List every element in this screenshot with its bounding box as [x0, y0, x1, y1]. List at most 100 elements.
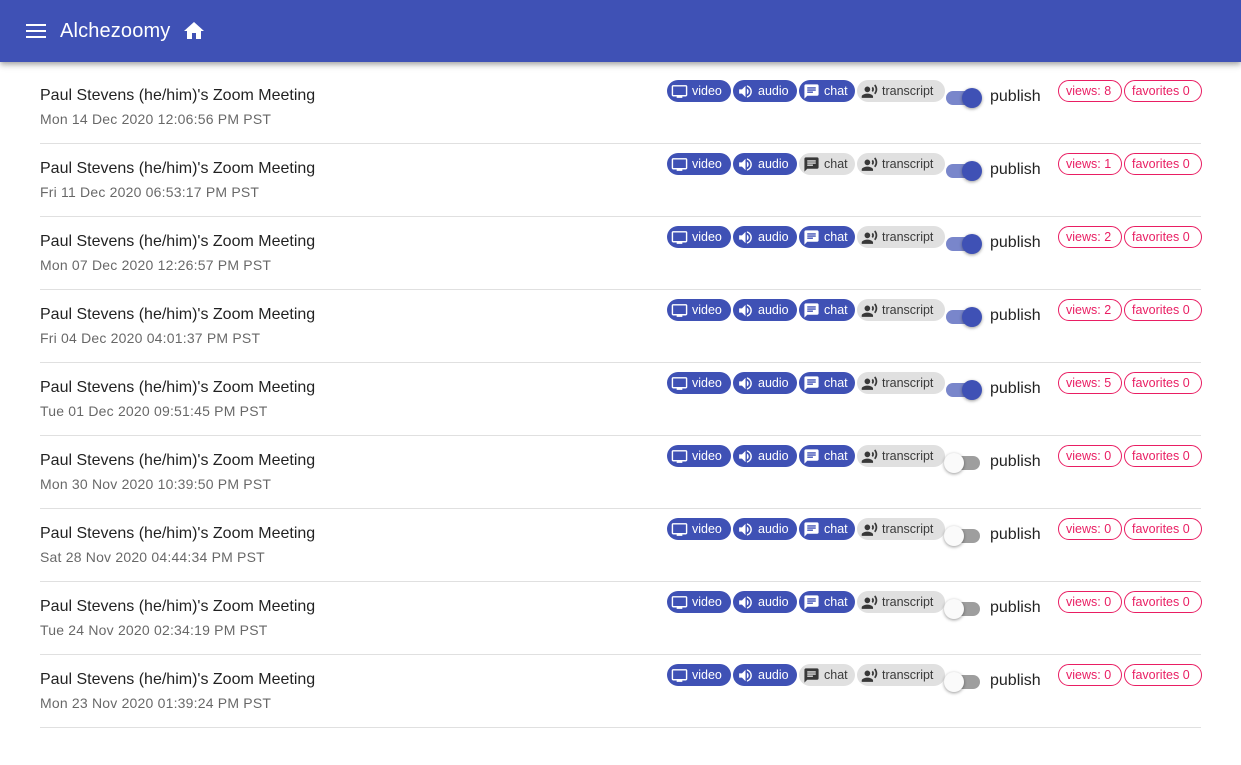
publish-toggle-thumb[interactable]	[962, 380, 982, 400]
meeting-row: Paul Stevens (he/him)'s Zoom Meeting Fri…	[40, 290, 1202, 363]
publish-toggle[interactable]	[944, 598, 980, 620]
chat-chip[interactable]: chat	[799, 591, 855, 613]
publish-label: publish	[990, 599, 1041, 616]
audio-chip[interactable]: audio	[733, 372, 797, 394]
video-chip[interactable]: video	[667, 664, 731, 686]
transcript-chip[interactable]: transcript	[857, 80, 945, 102]
meeting-row: Paul Stevens (he/him)'s Zoom Meeting Tue…	[40, 582, 1202, 655]
media-chips: video audio chat transcript	[667, 80, 945, 102]
record-voice-icon	[861, 594, 878, 609]
views-badge: views: 2	[1058, 226, 1122, 248]
transcript-chip[interactable]: transcript	[857, 445, 945, 467]
chat-chip[interactable]: chat	[799, 445, 855, 467]
publish-toggle[interactable]	[944, 306, 982, 328]
audio-chip-label: audio	[758, 449, 789, 463]
transcript-chip[interactable]: transcript	[857, 153, 945, 175]
meeting-title: Paul Stevens (he/him)'s Zoom Meeting	[40, 452, 316, 469]
video-chip[interactable]: video	[667, 80, 731, 102]
meeting-title: Paul Stevens (he/him)'s Zoom Meeting	[40, 598, 316, 615]
publish-toggle[interactable]	[944, 671, 980, 693]
publish-toggle-thumb[interactable]	[962, 88, 982, 108]
publish-toggle-thumb[interactable]	[944, 526, 964, 546]
transcript-chip[interactable]: transcript	[857, 591, 945, 613]
chat-bubble-icon	[804, 667, 819, 683]
meeting-title: Paul Stevens (he/him)'s Zoom Meeting	[40, 671, 316, 688]
chat-chip[interactable]: chat	[799, 664, 855, 686]
monitor-icon	[671, 376, 688, 390]
home-icon[interactable]	[182, 19, 206, 43]
app-title: Alchezoomy	[60, 19, 171, 42]
meeting-title: Paul Stevens (he/him)'s Zoom Meeting	[40, 306, 316, 323]
meeting-date: Tue 24 Nov 2020 02:34:19 PM PST	[40, 622, 268, 638]
transcript-chip-label: transcript	[882, 522, 934, 536]
audio-chip[interactable]: audio	[733, 226, 797, 248]
publish-toggle-thumb[interactable]	[962, 234, 982, 254]
media-chips: video audio chat transcript	[667, 372, 945, 394]
stats-badges: views: 8 favorites 0	[1058, 80, 1202, 102]
transcript-chip[interactable]: transcript	[857, 372, 945, 394]
chat-chip[interactable]: chat	[799, 372, 855, 394]
publish-toggle[interactable]	[944, 233, 982, 255]
chat-chip-label: chat	[824, 230, 848, 244]
transcript-chip-label: transcript	[882, 668, 934, 682]
video-chip[interactable]: video	[667, 591, 731, 613]
video-chip[interactable]: video	[667, 445, 731, 467]
publish-toggle-thumb[interactable]	[944, 453, 964, 473]
media-chips: video audio chat transcript	[667, 591, 945, 613]
chat-bubble-icon	[804, 448, 819, 464]
video-chip[interactable]: video	[667, 299, 731, 321]
audio-chip[interactable]: audio	[733, 80, 797, 102]
audio-chip[interactable]: audio	[733, 445, 797, 467]
transcript-chip[interactable]: transcript	[857, 664, 945, 686]
publish-toggle[interactable]	[944, 87, 982, 109]
transcript-chip[interactable]: transcript	[857, 226, 945, 248]
publish-toggle-thumb[interactable]	[944, 599, 964, 619]
publish-toggle[interactable]	[944, 452, 980, 474]
publish-toggle[interactable]	[944, 160, 982, 182]
meeting-row: Paul Stevens (he/him)'s Zoom Meeting Sat…	[40, 509, 1202, 582]
publish-toggle-thumb[interactable]	[944, 672, 964, 692]
record-voice-icon	[861, 83, 878, 98]
chat-chip[interactable]: chat	[799, 80, 855, 102]
chat-chip[interactable]: chat	[799, 518, 855, 540]
audio-chip[interactable]: audio	[733, 518, 797, 540]
audio-chip-label: audio	[758, 595, 789, 609]
meeting-date: Mon 07 Dec 2020 12:26:57 PM PST	[40, 257, 272, 273]
chat-bubble-icon	[804, 375, 819, 391]
publish-toggle-thumb[interactable]	[962, 161, 982, 181]
publish-toggle-thumb[interactable]	[962, 307, 982, 327]
stats-badges: views: 5 favorites 0	[1058, 372, 1202, 394]
video-chip[interactable]: video	[667, 153, 731, 175]
audio-chip[interactable]: audio	[733, 153, 797, 175]
favorites-badge: favorites 0	[1124, 372, 1202, 394]
video-chip[interactable]: video	[667, 226, 731, 248]
audio-chip[interactable]: audio	[733, 591, 797, 613]
meeting-date: Fri 11 Dec 2020 06:53:17 PM PST	[40, 184, 260, 200]
video-chip[interactable]: video	[667, 518, 731, 540]
chat-bubble-icon	[804, 594, 819, 610]
chat-chip[interactable]: chat	[799, 153, 855, 175]
meeting-title: Paul Stevens (he/him)'s Zoom Meeting	[40, 525, 316, 542]
video-chip[interactable]: video	[667, 372, 731, 394]
audio-chip[interactable]: audio	[733, 299, 797, 321]
meeting-title: Paul Stevens (he/him)'s Zoom Meeting	[40, 87, 316, 104]
transcript-chip[interactable]: transcript	[857, 518, 945, 540]
chat-chip-label: chat	[824, 668, 848, 682]
media-chips: video audio chat transcript	[667, 664, 945, 686]
meeting-date: Mon 23 Nov 2020 01:39:24 PM PST	[40, 695, 272, 711]
monitor-icon	[671, 230, 688, 244]
chat-chip[interactable]: chat	[799, 226, 855, 248]
publish-toggle[interactable]	[944, 379, 982, 401]
audio-chip[interactable]: audio	[733, 664, 797, 686]
meeting-title: Paul Stevens (he/him)'s Zoom Meeting	[40, 379, 316, 396]
publish-label: publish	[990, 526, 1041, 543]
transcript-chip-label: transcript	[882, 376, 934, 390]
record-voice-icon	[861, 156, 878, 171]
chat-chip[interactable]: chat	[799, 299, 855, 321]
menu-icon[interactable]	[24, 19, 48, 43]
media-chips: video audio chat transcript	[667, 445, 945, 467]
monitor-icon	[671, 449, 688, 463]
publish-toggle[interactable]	[944, 525, 980, 547]
monitor-icon	[671, 303, 688, 317]
transcript-chip[interactable]: transcript	[857, 299, 945, 321]
